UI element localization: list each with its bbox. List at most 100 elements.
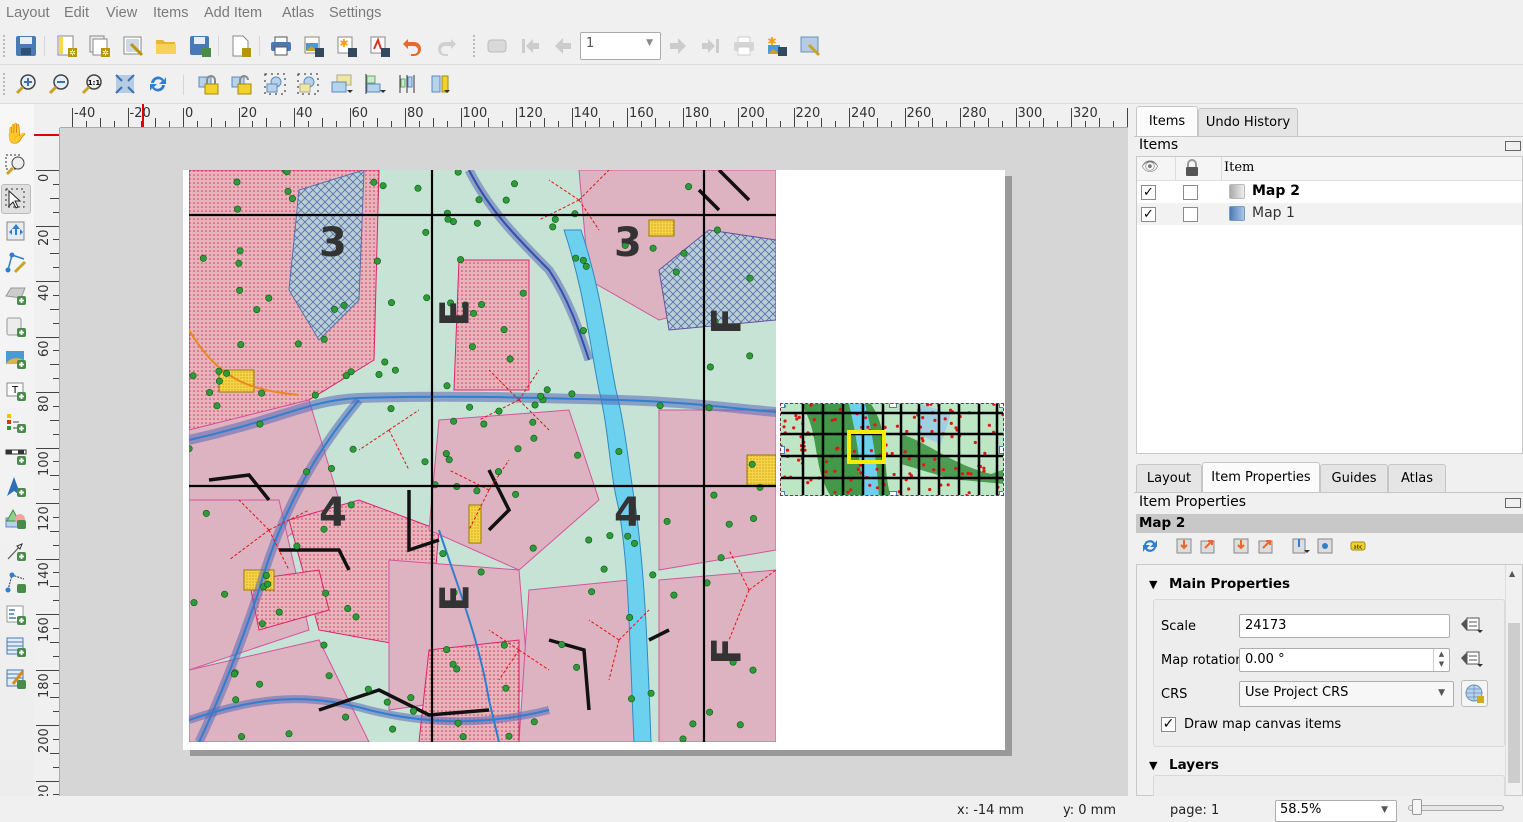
add-html-icon[interactable]	[3, 602, 29, 628]
export-svg-icon[interactable]: ✱	[334, 33, 360, 59]
resize-items-icon[interactable]	[428, 71, 454, 97]
new-layout-icon[interactable]: ✲	[54, 33, 80, 59]
deselect-all-icon[interactable]	[295, 71, 321, 97]
unlock-items-icon[interactable]	[229, 71, 255, 97]
tab-guides[interactable]: Guides	[1320, 464, 1388, 492]
resize-handle[interactable]	[889, 404, 897, 408]
tree-row-map-1[interactable]: ✓ Map 1	[1137, 203, 1522, 225]
add-3d-map-icon[interactable]	[3, 314, 29, 340]
view-scale-icon[interactable]	[1258, 538, 1274, 558]
menu-edit[interactable]: Edit	[64, 5, 89, 21]
collapse-arrow-icon[interactable]: ▼	[1149, 578, 1157, 591]
refresh-icon[interactable]	[145, 71, 171, 97]
layout-page[interactable]: 3 3 4 4 E E F F	[183, 170, 1005, 750]
zoom-tool-icon[interactable]	[3, 152, 29, 178]
distribute-items-icon[interactable]	[395, 71, 421, 97]
crs-combo[interactable]: Use Project CRS ▼	[1239, 681, 1454, 707]
resize-handle[interactable]	[999, 404, 1003, 408]
undo-icon[interactable]	[400, 33, 426, 59]
horizontal-ruler[interactable]: -40 -20 0 20 40 60 80 100 120 140 160 180 200 220 240 2…	[60, 104, 1128, 128]
map-item-map-1[interactable]: 3 3 4 4 E E F F	[189, 170, 776, 742]
data-defined-override-icon[interactable]	[1459, 615, 1485, 639]
atlas-toolbar-grip[interactable]	[473, 35, 477, 57]
dock-float-close-icons[interactable]	[1505, 498, 1521, 508]
layout-canvas[interactable]: 3 3 4 4 E E F F	[60, 128, 1128, 796]
menu-items[interactable]: Items	[153, 5, 188, 21]
new-page-icon[interactable]	[228, 33, 254, 59]
toolbar-grip[interactable]	[3, 35, 7, 57]
menu-layout[interactable]: Layout	[6, 5, 50, 21]
resize-handle[interactable]	[781, 491, 785, 495]
add-scalebar-icon[interactable]	[3, 442, 29, 468]
label-icon[interactable]: abc	[1350, 540, 1366, 556]
rotation-spinbox[interactable]: 0.00 ° ▲ ▼	[1239, 648, 1450, 672]
visibility-checkbox[interactable]: ✓	[1141, 207, 1156, 222]
menu-add-item[interactable]: Add Item	[204, 5, 262, 21]
zoom-in-icon[interactable]	[13, 71, 39, 97]
print-icon[interactable]	[268, 33, 294, 59]
map-item-map-2[interactable]	[780, 403, 1004, 496]
tab-undo-history[interactable]: Undo History	[1198, 108, 1298, 136]
export-pdf-icon[interactable]	[367, 33, 393, 59]
scale-input[interactable]: 24173	[1239, 614, 1450, 638]
tree-row-map-2[interactable]: ✓ Map 2	[1137, 181, 1522, 203]
add-node-item-icon[interactable]	[3, 570, 29, 596]
duplicate-layout-icon[interactable]: ✲	[87, 33, 113, 59]
resize-handle[interactable]	[999, 446, 1003, 454]
add-legend-icon[interactable]	[3, 410, 29, 436]
vertical-ruler[interactable]: 0 20 40 60 80 100 120 140 160 180 200 20	[34, 128, 60, 796]
zoom-slider-handle[interactable]	[1412, 799, 1422, 815]
tab-item-properties[interactable]: Item Properties	[1202, 462, 1320, 492]
add-label-icon[interactable]: T	[3, 378, 29, 404]
data-defined-override-icon[interactable]	[1459, 649, 1485, 673]
resize-handle[interactable]	[889, 491, 897, 495]
atlas-page-combo[interactable]: 1 ▼	[580, 32, 661, 60]
zoom-slider[interactable]	[1408, 805, 1504, 811]
set-scale-icon[interactable]	[1233, 538, 1249, 558]
tab-items[interactable]: Items	[1136, 106, 1198, 136]
menu-view[interactable]: View	[106, 5, 137, 21]
add-picture-icon[interactable]	[3, 346, 29, 372]
save-template-icon[interactable]	[187, 33, 213, 59]
edit-nodes-tool-icon[interactable]	[3, 250, 29, 276]
zoom-actual-size-icon[interactable]: 1:1	[79, 71, 105, 97]
lock-checkbox[interactable]	[1183, 185, 1198, 200]
draw-canvas-items-checkbox[interactable]: ✓	[1161, 717, 1176, 732]
raise-items-icon[interactable]	[329, 71, 355, 97]
save-icon[interactable]	[13, 33, 39, 59]
pan-tool-icon[interactable]: ✋	[3, 120, 29, 146]
add-north-arrow-icon[interactable]	[3, 474, 29, 500]
view-extent-icon[interactable]	[1200, 538, 1216, 558]
export-image-icon[interactable]	[301, 33, 327, 59]
add-shape-icon[interactable]	[3, 506, 29, 532]
align-items-icon[interactable]	[362, 71, 388, 97]
menu-settings[interactable]: Settings	[329, 5, 381, 21]
select-crs-button[interactable]	[1461, 680, 1488, 707]
add-attribute-table-icon[interactable]	[3, 634, 29, 660]
lock-items-icon[interactable]	[196, 71, 222, 97]
items-tree[interactable]: 👁 Item ✓ Map 2 ✓ Map 1	[1136, 156, 1523, 454]
tab-atlas[interactable]: Atlas	[1388, 464, 1446, 492]
select-move-tool-icon[interactable]	[1, 184, 31, 214]
layers-header[interactable]: Layers	[1169, 757, 1219, 773]
toolbar-grip[interactable]	[3, 73, 7, 95]
lock-checkbox[interactable]	[1183, 207, 1198, 222]
spin-arrows-icon[interactable]: ▲ ▼	[1433, 649, 1449, 671]
resize-handle[interactable]	[781, 446, 785, 454]
add-arrow-icon[interactable]	[3, 538, 29, 564]
dock-float-close-icons[interactable]	[1505, 141, 1521, 151]
collapse-arrow-icon[interactable]: ▼	[1149, 759, 1157, 772]
labeling-settings-icon[interactable]	[1317, 538, 1333, 558]
properties-scroll-area[interactable]: ▲ ▼ Main Properties Scale 24173 Map rota…	[1136, 564, 1523, 797]
properties-scrollbar[interactable]: ▲	[1505, 565, 1522, 795]
visibility-checkbox[interactable]: ✓	[1141, 185, 1156, 200]
main-properties-header[interactable]: Main Properties	[1169, 576, 1290, 592]
resize-handle[interactable]	[999, 491, 1003, 495]
zoom-out-icon[interactable]	[46, 71, 72, 97]
zoom-full-icon[interactable]	[112, 71, 138, 97]
resize-handle[interactable]	[781, 404, 785, 408]
tab-layout[interactable]: Layout	[1136, 464, 1202, 492]
add-map-icon[interactable]	[3, 282, 29, 308]
bookmarks-icon[interactable]	[1292, 538, 1310, 558]
atlas-export-icon[interactable]: ✱	[764, 33, 790, 59]
